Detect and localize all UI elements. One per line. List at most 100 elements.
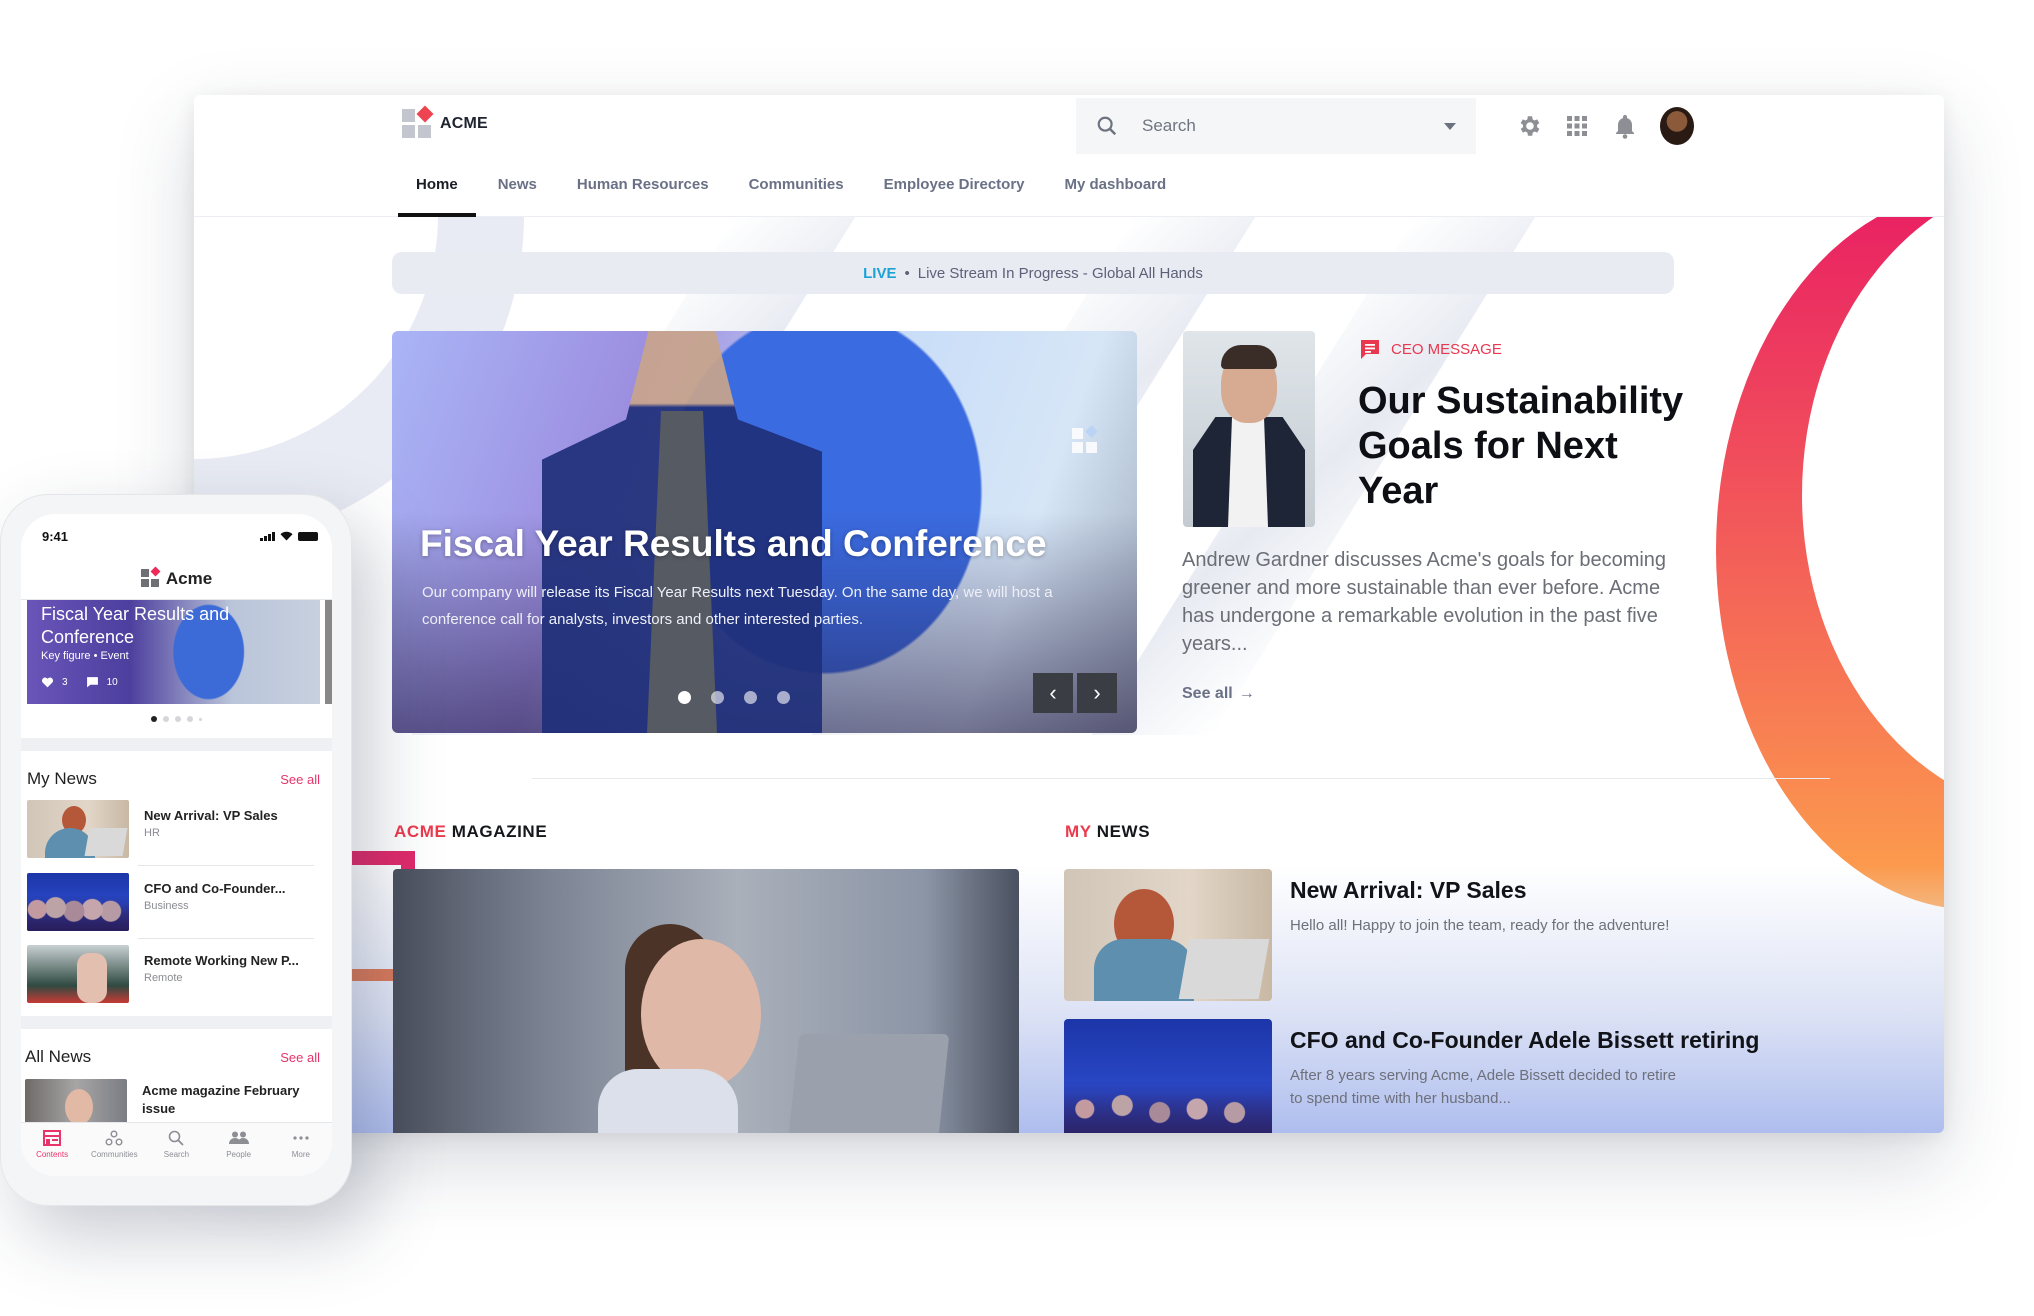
news-category: HR [144, 827, 160, 839]
apps-grid-icon[interactable] [1564, 113, 1590, 139]
acme-logo-watermark-icon [1072, 426, 1098, 453]
gear-icon[interactable] [1516, 113, 1542, 139]
news-title: New Arrival: VP Sales [144, 808, 278, 823]
nav-tab-communities[interactable]: Communities [731, 153, 862, 217]
hero-title[interactable]: Fiscal Year Results and Conference [420, 523, 1047, 565]
news-category: Remote [144, 972, 183, 984]
tab-label: People [226, 1150, 252, 1159]
decorative-frame [401, 851, 415, 871]
hero-description: Our company will release its Fiscal Year… [422, 584, 1053, 628]
carousel-dot[interactable] [175, 716, 181, 722]
news-description: Hello all! Happy to join the team, ready… [1290, 917, 1670, 934]
title-accent: MY [1065, 822, 1092, 841]
wifi-icon [280, 531, 293, 541]
carousel-dot[interactable] [163, 716, 169, 722]
brand-logo[interactable]: ACME [402, 105, 488, 139]
brand-name: ACME [440, 115, 488, 132]
carousel-controls: ‹ › [1033, 673, 1117, 713]
decorative-bar [349, 969, 393, 981]
nav-tab-my-dashboard[interactable]: My dashboard [1047, 153, 1185, 217]
mobile-app-mockup: 9:41 Acme Fiscal Year Results and Confer… [0, 494, 352, 1206]
likes-count: 3 [62, 676, 68, 688]
search-icon [169, 1130, 185, 1146]
ceo-portrait [1183, 331, 1315, 527]
section-divider [532, 778, 1830, 779]
tab-contents[interactable]: Contents [22, 1129, 82, 1176]
ceo-see-all-link[interactable]: See all → [1182, 685, 1255, 703]
nav-tab-human-resources[interactable]: Human Resources [559, 153, 727, 217]
mobile-news-row[interactable]: Remote Working New P... Remote [27, 945, 327, 1005]
search-input[interactable]: Search [1142, 116, 1420, 136]
carousel-dot[interactable] [187, 716, 193, 722]
carousel-dot[interactable] [199, 717, 202, 721]
news-title: Remote Working New P... [144, 953, 299, 968]
mobile-news-row[interactable]: CFO and Co-Founder... Business [27, 873, 327, 933]
title-rest: MAGAZINE [446, 822, 548, 841]
mobile-my-news-see-all[interactable]: See all [280, 772, 320, 787]
mobile-hero-stats: 3 10 [41, 676, 118, 688]
search-icon [1097, 116, 1117, 136]
mobile-hero-section: Fiscal Year Results and Conference Key f… [21, 600, 332, 738]
battery-icon [298, 531, 318, 541]
live-stream-banner[interactable]: LIVE • Live Stream In Progress - Global … [392, 252, 1674, 294]
chevron-left-icon: ‹ [1049, 680, 1057, 705]
carousel-dot[interactable] [744, 691, 757, 704]
news-thumbnail [27, 945, 129, 1003]
ceo-article-description: Andrew Gardner discusses Acme's goals fo… [1182, 549, 1667, 655]
news-thumbnail [1064, 869, 1272, 1001]
ceo-article-title[interactable]: Our Sustainability Goals for Next Year [1358, 379, 1698, 514]
magazine-section-title: ACME MAGAZINE [394, 822, 547, 842]
news-thumbnail [1064, 1019, 1272, 1133]
contents-icon [43, 1130, 62, 1146]
tab-label: Search [163, 1150, 190, 1159]
heart-icon[interactable] [41, 676, 54, 688]
tab-label: Communities [90, 1150, 138, 1159]
comment-icon[interactable] [86, 676, 99, 688]
carousel-next-button[interactable]: › [1077, 673, 1117, 713]
header-actions [1516, 107, 1694, 145]
nav-tab-employee-directory[interactable]: Employee Directory [866, 153, 1043, 217]
news-description: After 8 years serving Acme, Adele Bisset… [1290, 1067, 1677, 1107]
news-title[interactable]: CFO and Co-Founder Adele Bissett retirin… [1290, 1027, 1759, 1054]
title-accent: ACME [394, 822, 447, 841]
desktop-intranet-window: ACME Search Home News Human Resources Co… [194, 95, 1944, 1133]
my-news-section-title: MY NEWS [1065, 822, 1150, 842]
arrow-right-icon: → [1238, 685, 1255, 702]
tab-search[interactable]: Search [146, 1129, 206, 1176]
mobile-hero-meta: Key figure • Event [41, 650, 129, 662]
hero-carousel[interactable]: Fiscal Year Results and Conference Our c… [392, 331, 1137, 733]
bell-icon[interactable] [1612, 113, 1638, 139]
app-bar: Acme [21, 558, 332, 600]
tab-people[interactable]: People [209, 1129, 269, 1176]
see-all-label: See all [1182, 685, 1233, 702]
carousel-dot[interactable] [777, 691, 790, 704]
next-hero-card-peek[interactable] [325, 600, 332, 704]
nav-tab-home[interactable]: Home [398, 153, 476, 217]
news-title: CFO and Co-Founder... [144, 881, 286, 896]
app-title: Acme [165, 568, 213, 588]
message-icon [1361, 340, 1379, 359]
title-rest: NEWS [1091, 822, 1151, 841]
mobile-hero-card[interactable]: Fiscal Year Results and Conference Key f… [27, 600, 320, 704]
mobile-all-news-see-all[interactable]: See all [280, 1050, 320, 1065]
acme-logo-icon [140, 566, 161, 588]
tab-more[interactable]: More [271, 1129, 331, 1176]
carousel-prev-button[interactable]: ‹ [1033, 673, 1073, 713]
comments-count: 10 [106, 676, 118, 688]
tab-communities[interactable]: Communities [84, 1129, 144, 1176]
news-title[interactable]: New Arrival: VP Sales [1290, 877, 1527, 904]
user-avatar[interactable] [1660, 107, 1694, 145]
carousel-dot[interactable] [711, 691, 724, 704]
carousel-dot[interactable] [151, 716, 157, 722]
nav-tab-news[interactable]: News [480, 153, 555, 217]
magazine-feature-image[interactable] [393, 869, 1019, 1133]
news-thumbnail [27, 800, 129, 858]
search-bar[interactable]: Search [1076, 98, 1476, 154]
status-time: 9:41 [42, 528, 69, 544]
mobile-all-news-card: All News See all Acme magazine February … [21, 1029, 332, 1137]
carousel-dot[interactable] [678, 691, 691, 704]
mobile-news-row[interactable]: New Arrival: VP Sales HR [27, 800, 327, 860]
header: ACME Search Home News Human Resources Co… [194, 95, 1944, 217]
search-dropdown-caret-icon[interactable] [1444, 122, 1456, 130]
news-thumbnail [27, 873, 129, 931]
